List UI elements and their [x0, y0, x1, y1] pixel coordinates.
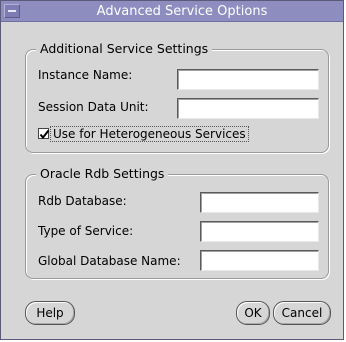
- instance-name-field[interactable]: [177, 69, 319, 90]
- session-data-unit-label: Session Data Unit:: [38, 100, 149, 114]
- global-database-name-field[interactable]: [200, 250, 319, 271]
- global-database-name-label: Global Database Name:: [38, 254, 181, 268]
- checkmark-icon: [39, 129, 50, 140]
- window-menu-icon[interactable]: [4, 4, 20, 18]
- dialog-window: Advanced Service Options Additional Serv…: [0, 0, 344, 340]
- ok-button[interactable]: OK: [236, 301, 270, 325]
- title-bar[interactable]: Advanced Service Options: [1, 1, 343, 22]
- type-of-service-label: Type of Service:: [38, 224, 134, 238]
- cancel-button[interactable]: Cancel: [273, 301, 331, 325]
- instance-name-label: Instance Name:: [38, 68, 133, 82]
- type-of-service-field[interactable]: [200, 221, 319, 242]
- additional-service-settings-group: Additional Service Settings Instance Nam…: [25, 41, 329, 153]
- group-title-rdb: Oracle Rdb Settings: [36, 166, 169, 182]
- heterogeneous-checkbox[interactable]: [38, 128, 50, 140]
- window-title: Advanced Service Options: [96, 4, 268, 19]
- session-data-unit-field[interactable]: [177, 98, 319, 119]
- group-title-additional: Additional Service Settings: [36, 41, 213, 57]
- help-button[interactable]: Help: [25, 301, 75, 325]
- heterogeneous-label[interactable]: Use for Heterogeneous Services: [50, 126, 249, 142]
- oracle-rdb-settings-group: Oracle Rdb Settings Rdb Database: Type o…: [25, 166, 329, 279]
- rdb-database-label: Rdb Database:: [38, 194, 127, 208]
- rdb-database-field[interactable]: [200, 192, 319, 213]
